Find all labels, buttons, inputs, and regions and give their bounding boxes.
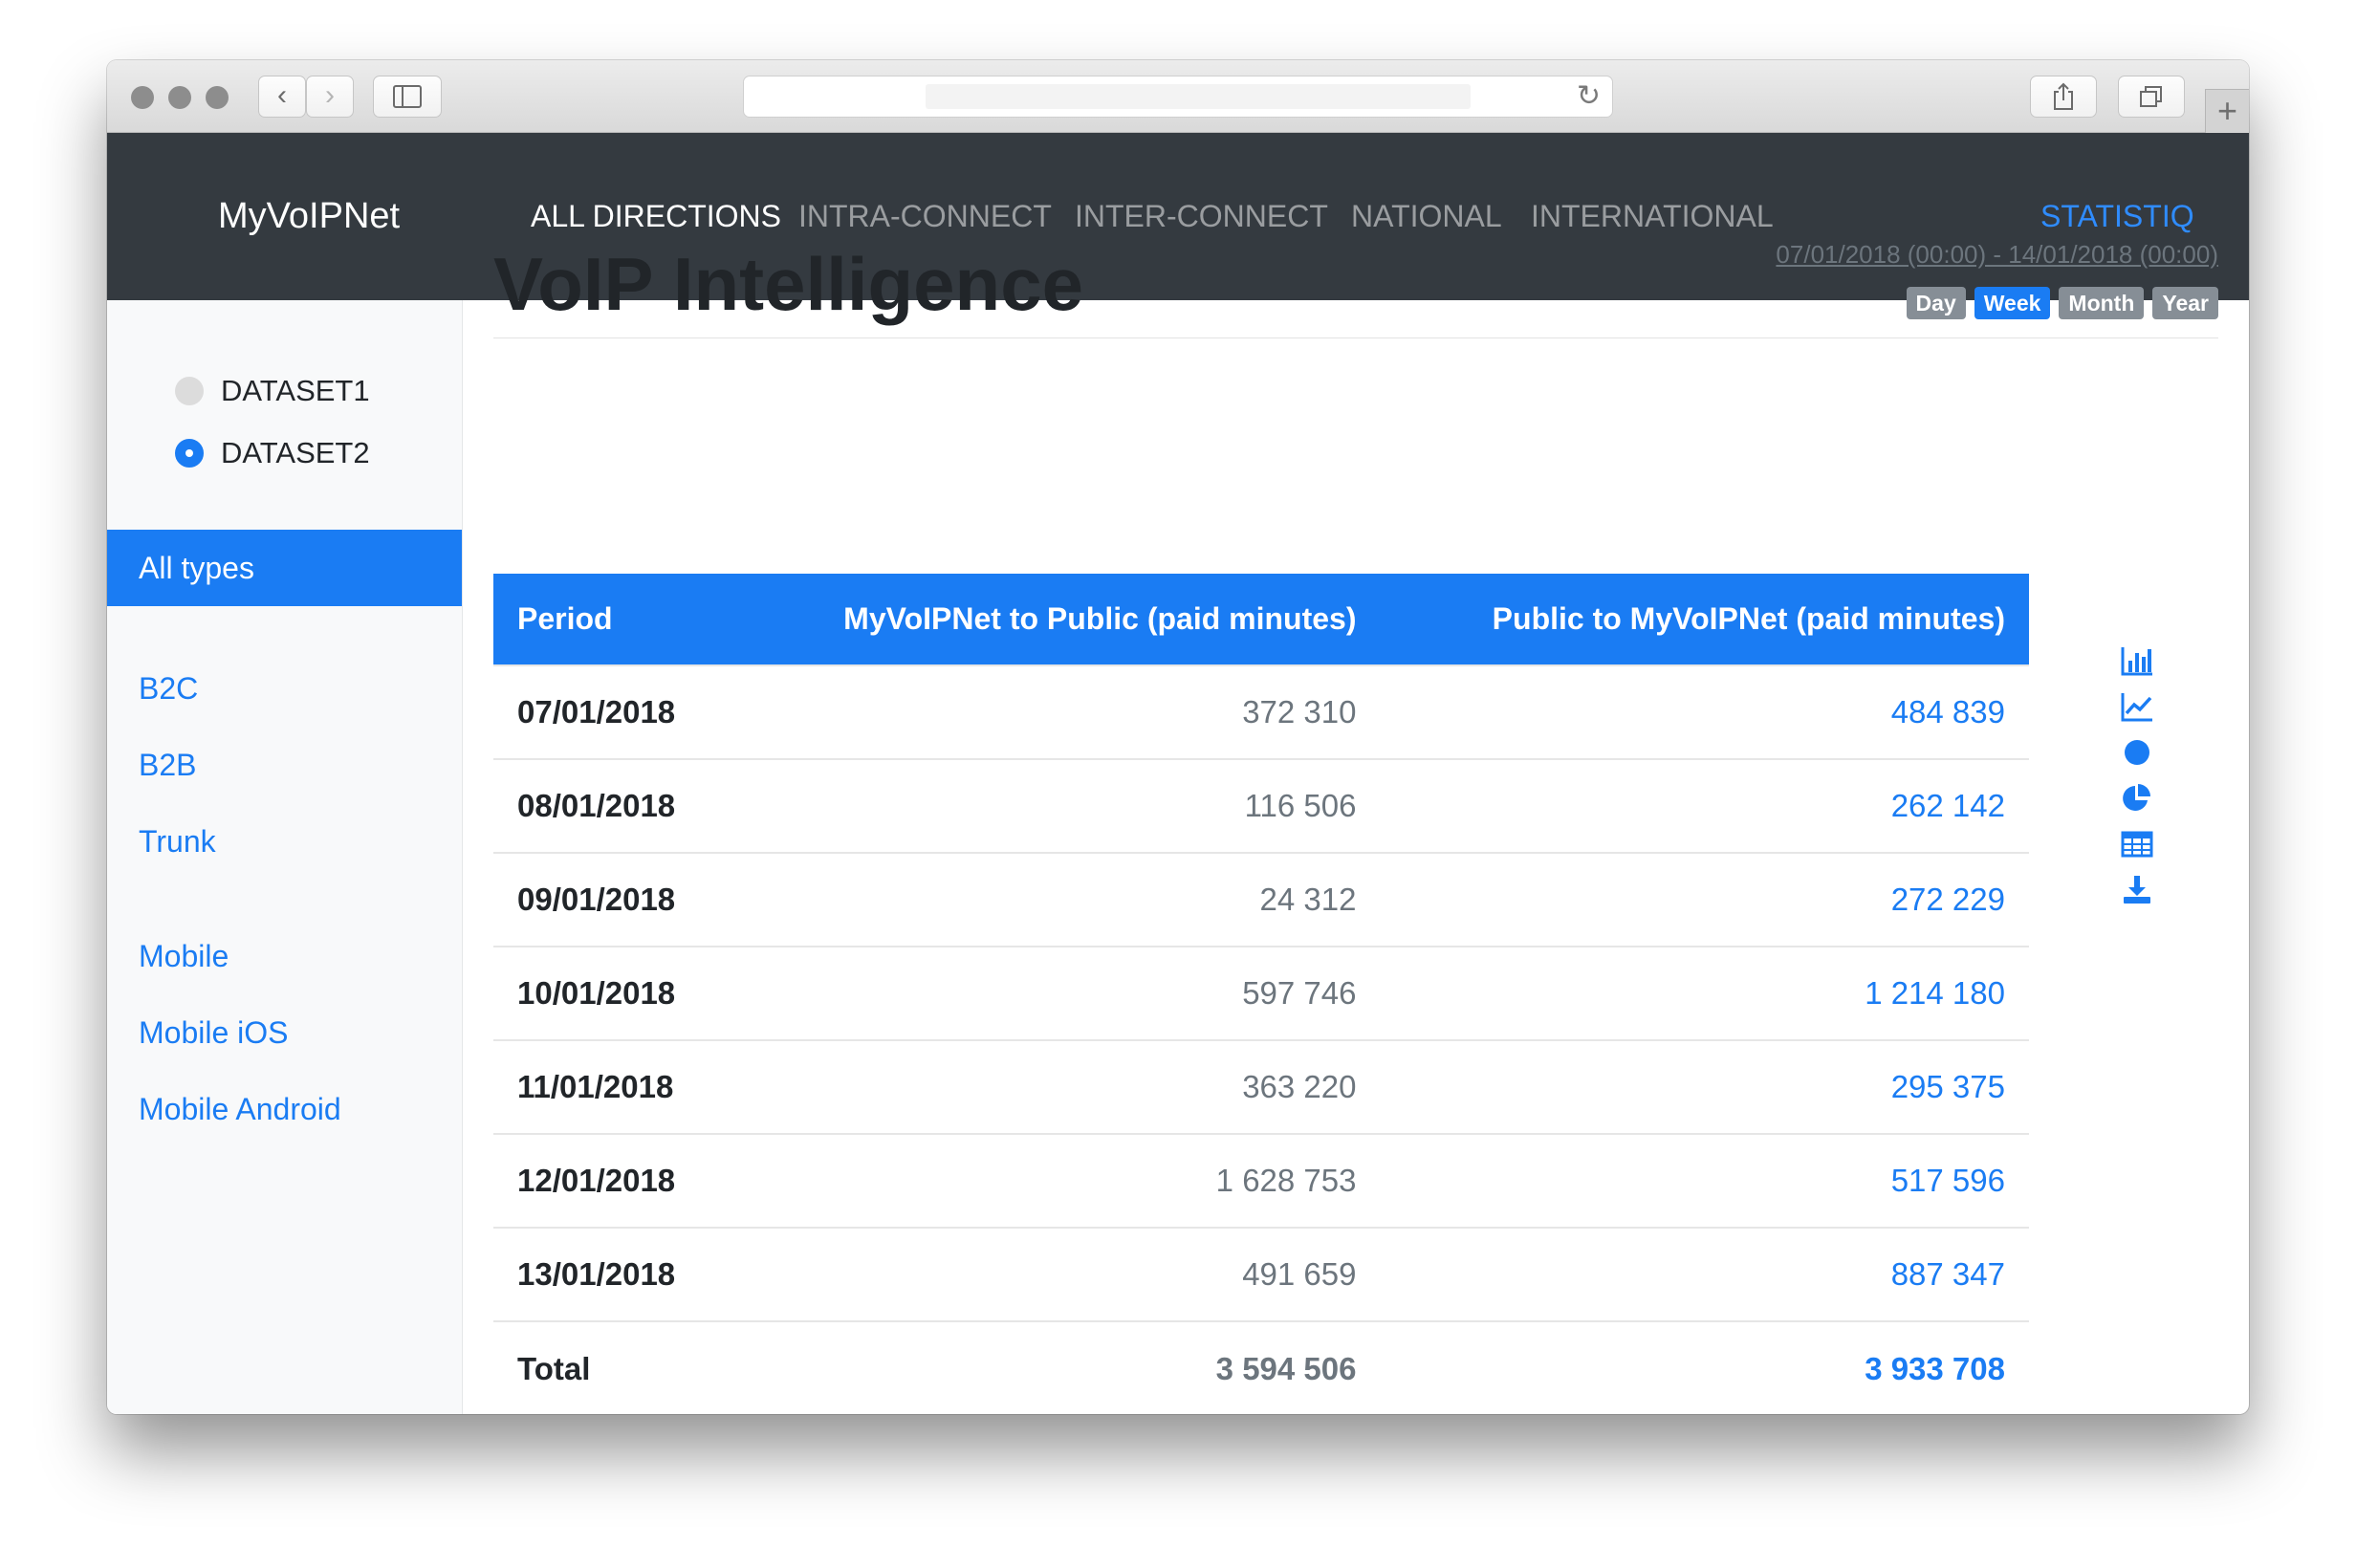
outgoing-cell: 116 506 (731, 758, 1381, 853)
outgoing-cell: 597 746 (731, 946, 1381, 1040)
nav-national[interactable]: NATIONAL (1351, 133, 1502, 300)
table-row: 13/01/2018 491 659 887 347 (493, 1227, 2029, 1321)
share-button[interactable] (2030, 76, 2097, 118)
plus-icon: + (2216, 91, 2238, 130)
close-window-button[interactable] (131, 86, 154, 109)
view-toolbar (2120, 643, 2160, 919)
sidebar: DATASET1 DATASET2 All types B2C B2B Trun… (107, 300, 463, 1414)
brand-logo[interactable]: MyVoIPNet (218, 133, 400, 300)
outgoing-cell: 491 659 (731, 1227, 1381, 1321)
radio-unchecked-icon[interactable] (175, 377, 204, 405)
sidebar-item-mobile-ios[interactable]: Mobile iOS (139, 1015, 289, 1051)
period-cell: 08/01/2018 (493, 758, 731, 853)
incoming-cell[interactable]: 272 229 (1380, 852, 2029, 947)
period-week-button[interactable]: Week (1974, 287, 2051, 319)
radio-checked-icon[interactable] (175, 439, 204, 468)
browser-titlebar: ‹ › ↻ + (107, 60, 2249, 133)
incoming-cell[interactable]: 262 142 (1380, 758, 2029, 853)
sidebar-item-b2c[interactable]: B2C (139, 671, 198, 707)
incoming-cell[interactable]: 1 214 180 (1380, 946, 2029, 1040)
incoming-cell[interactable]: 484 839 (1380, 664, 2029, 759)
incoming-cell[interactable]: 887 347 (1380, 1227, 2029, 1321)
outgoing-cell: 1 628 753 (731, 1133, 1381, 1228)
bar-chart-icon[interactable] (2120, 643, 2154, 678)
chevron-right-icon: › (325, 79, 335, 111)
sidebar-item-all-types[interactable]: All types (107, 530, 462, 606)
browser-window: ‹ › ↻ + MyVoIPNet ALL DIRECTIONS INTRA-C… (107, 60, 2249, 1414)
table-row: 10/01/2018 597 746 1 214 180 (493, 946, 2029, 1040)
incoming-cell[interactable]: 517 596 (1380, 1133, 2029, 1228)
column-header-incoming[interactable]: Public to MyVoIPNet (paid minutes) (1380, 574, 2029, 665)
table-icon[interactable] (2120, 827, 2154, 861)
total-label: Total (493, 1320, 731, 1414)
share-icon (2054, 82, 2073, 110)
date-range-link[interactable]: 07/01/2018 (00:00) - 14/01/2018 (00:00) (1776, 240, 2218, 270)
sidebar-icon (393, 85, 422, 108)
sidebar-item-b2b[interactable]: B2B (139, 748, 196, 783)
period-day-button[interactable]: Day (1906, 287, 1966, 319)
outgoing-cell: 372 310 (731, 664, 1381, 759)
line-chart-icon[interactable] (2120, 689, 2154, 724)
dataset2-label: DATASET2 (221, 436, 370, 469)
pie-chart-icon[interactable] (2120, 781, 2154, 816)
period-cell: 12/01/2018 (493, 1133, 731, 1228)
sidebar-item-mobile-android[interactable]: Mobile Android (139, 1092, 341, 1127)
new-tab-button[interactable]: + (2205, 89, 2249, 133)
table-row: 08/01/2018 116 506 262 142 (493, 758, 2029, 853)
top-navbar: MyVoIPNet ALL DIRECTIONS INTRA-CONNECT I… (107, 133, 2249, 300)
sidebar-item-trunk[interactable]: Trunk (139, 824, 216, 860)
column-header-outgoing[interactable]: MyVoIPNet to Public (paid minutes) (731, 574, 1381, 665)
forward-button[interactable]: › (306, 76, 354, 118)
tabs-overview-button[interactable] (2118, 76, 2185, 118)
nav-international[interactable]: INTERNATIONAL (1531, 133, 1774, 300)
period-cell: 13/01/2018 (493, 1227, 731, 1321)
dataset2-radio[interactable]: DATASET2 (175, 434, 370, 472)
sidebar-toggle-button[interactable] (373, 76, 442, 118)
total-incoming: 3 933 708 (1380, 1320, 2029, 1414)
tabs-icon (2140, 86, 2162, 107)
total-outgoing: 3 594 506 (731, 1320, 1381, 1414)
url-text (926, 84, 1471, 109)
page-title: VoIP Intelligence (493, 242, 1083, 326)
period-month-button[interactable]: Month (2059, 287, 2145, 319)
download-icon[interactable] (2120, 873, 2154, 907)
nav-inter-connect[interactable]: INTER-CONNECT (1075, 133, 1328, 300)
period-year-button[interactable]: Year (2152, 287, 2218, 319)
period-cell: 11/01/2018 (493, 1039, 731, 1134)
incoming-cell[interactable]: 295 375 (1380, 1039, 2029, 1134)
reload-icon[interactable]: ↻ (1577, 79, 1601, 113)
table-row: 12/01/2018 1 628 753 517 596 (493, 1133, 2029, 1228)
dataset1-label: DATASET1 (221, 374, 370, 407)
back-button[interactable]: ‹ (258, 76, 306, 118)
table-row: 09/01/2018 24 312 272 229 (493, 852, 2029, 947)
minimize-window-button[interactable] (168, 86, 191, 109)
period-selector: Day Week Month Year (1906, 287, 2218, 319)
table-header-row: Period MyVoIPNet to Public (paid minutes… (493, 574, 2029, 665)
circle-icon[interactable] (2120, 735, 2154, 770)
zoom-window-button[interactable] (206, 86, 229, 109)
table-total-row: Total 3 594 506 3 933 708 (493, 1320, 2029, 1414)
minutes-table: Period MyVoIPNet to Public (paid minutes… (493, 574, 2029, 1414)
nav-statistiq[interactable]: STATISTIQ (2040, 133, 2194, 300)
table-row: 11/01/2018 363 220 295 375 (493, 1039, 2029, 1134)
outgoing-cell: 363 220 (731, 1039, 1381, 1134)
sidebar-item-mobile[interactable]: Mobile (139, 939, 229, 974)
address-bar[interactable]: ↻ (743, 76, 1613, 118)
column-header-period[interactable]: Period (493, 574, 731, 665)
period-cell: 10/01/2018 (493, 946, 731, 1040)
period-cell: 09/01/2018 (493, 852, 731, 947)
chevron-left-icon: ‹ (277, 79, 287, 111)
table-row: 07/01/2018 372 310 484 839 (493, 664, 2029, 759)
period-cell: 07/01/2018 (493, 664, 731, 759)
outgoing-cell: 24 312 (731, 852, 1381, 947)
dataset1-radio[interactable]: DATASET1 (175, 372, 370, 410)
